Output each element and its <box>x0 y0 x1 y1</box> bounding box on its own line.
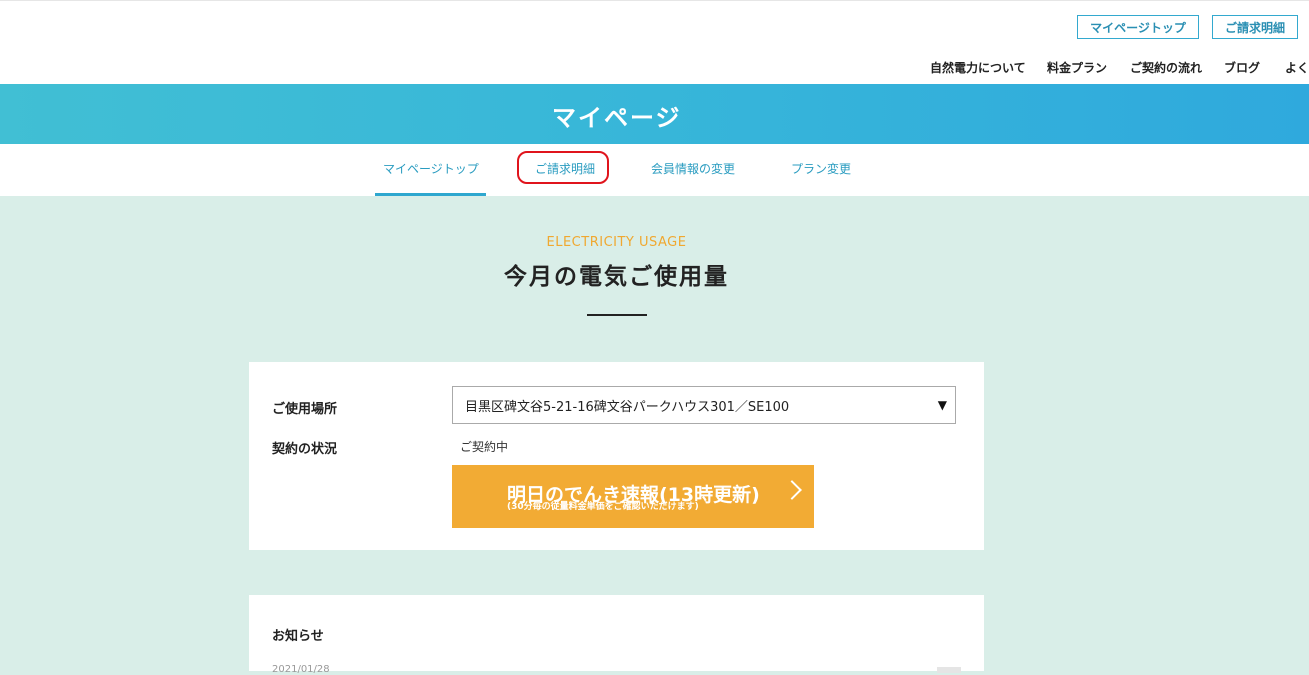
nav-pricing[interactable]: 料金プラン <box>1047 59 1107 76</box>
cta-sub-label: (30分毎の従量料金単価をご確認いただけます) <box>507 502 699 512</box>
nav-faq[interactable]: よく <box>1285 59 1309 76</box>
page-hero: マイページ <box>0 84 1309 144</box>
mypage-tabs: マイページトップ ご請求明細 会員情報の変更 プラン変更 <box>0 144 1309 196</box>
section-title: 今月の電気ご使用量 <box>504 264 729 290</box>
chevron-right-icon <box>782 480 802 500</box>
billing-details-button[interactable]: ご請求明細 <box>1212 15 1298 39</box>
active-tab-indicator <box>375 193 486 196</box>
news-title: お知らせ <box>272 629 324 644</box>
nav-about[interactable]: 自然電力について <box>930 59 1026 76</box>
status-label: 契約の状況 <box>272 442 338 457</box>
dropdown-arrow-icon: ▼ <box>937 398 947 412</box>
tomorrow-electricity-forecast-button[interactable]: 明日のでんき速報(13時更新) (30分毎の従量料金単価をご確認いただけます) <box>452 465 814 528</box>
section-eyebrow: ELECTRICITY USAGE <box>546 235 687 250</box>
tab-mypage-top[interactable]: マイページトップ <box>383 160 479 177</box>
tab-plan-change[interactable]: プラン変更 <box>791 160 851 177</box>
news-card <box>249 595 984 671</box>
status-value: ご契約中 <box>460 440 509 454</box>
tab-member-info[interactable]: 会員情報の変更 <box>651 160 735 177</box>
page-title: マイページ <box>552 104 682 132</box>
location-label: ご使用場所 <box>272 402 338 417</box>
nav-blog[interactable]: ブログ <box>1224 59 1260 76</box>
news-date: 2021/01/28 <box>272 664 330 675</box>
nav-contract-flow[interactable]: ご契約の流れ <box>1130 59 1202 76</box>
mypage-top-button[interactable]: マイページトップ <box>1077 15 1199 39</box>
location-select[interactable]: 目黒区碑文谷5-21-16碑文谷パークハウス301／SE100 ▼ <box>452 386 956 424</box>
location-select-value: 目黒区碑文谷5-21-16碑文谷パークハウス301／SE100 <box>465 399 790 415</box>
annotation-highlight-ring <box>517 151 609 184</box>
news-item-button[interactable] <box>937 667 961 673</box>
site-header: マイページトップ ご請求明細 自然電力について 料金プラン ご契約の流れ ブログ… <box>0 0 1309 84</box>
title-divider <box>587 314 647 316</box>
